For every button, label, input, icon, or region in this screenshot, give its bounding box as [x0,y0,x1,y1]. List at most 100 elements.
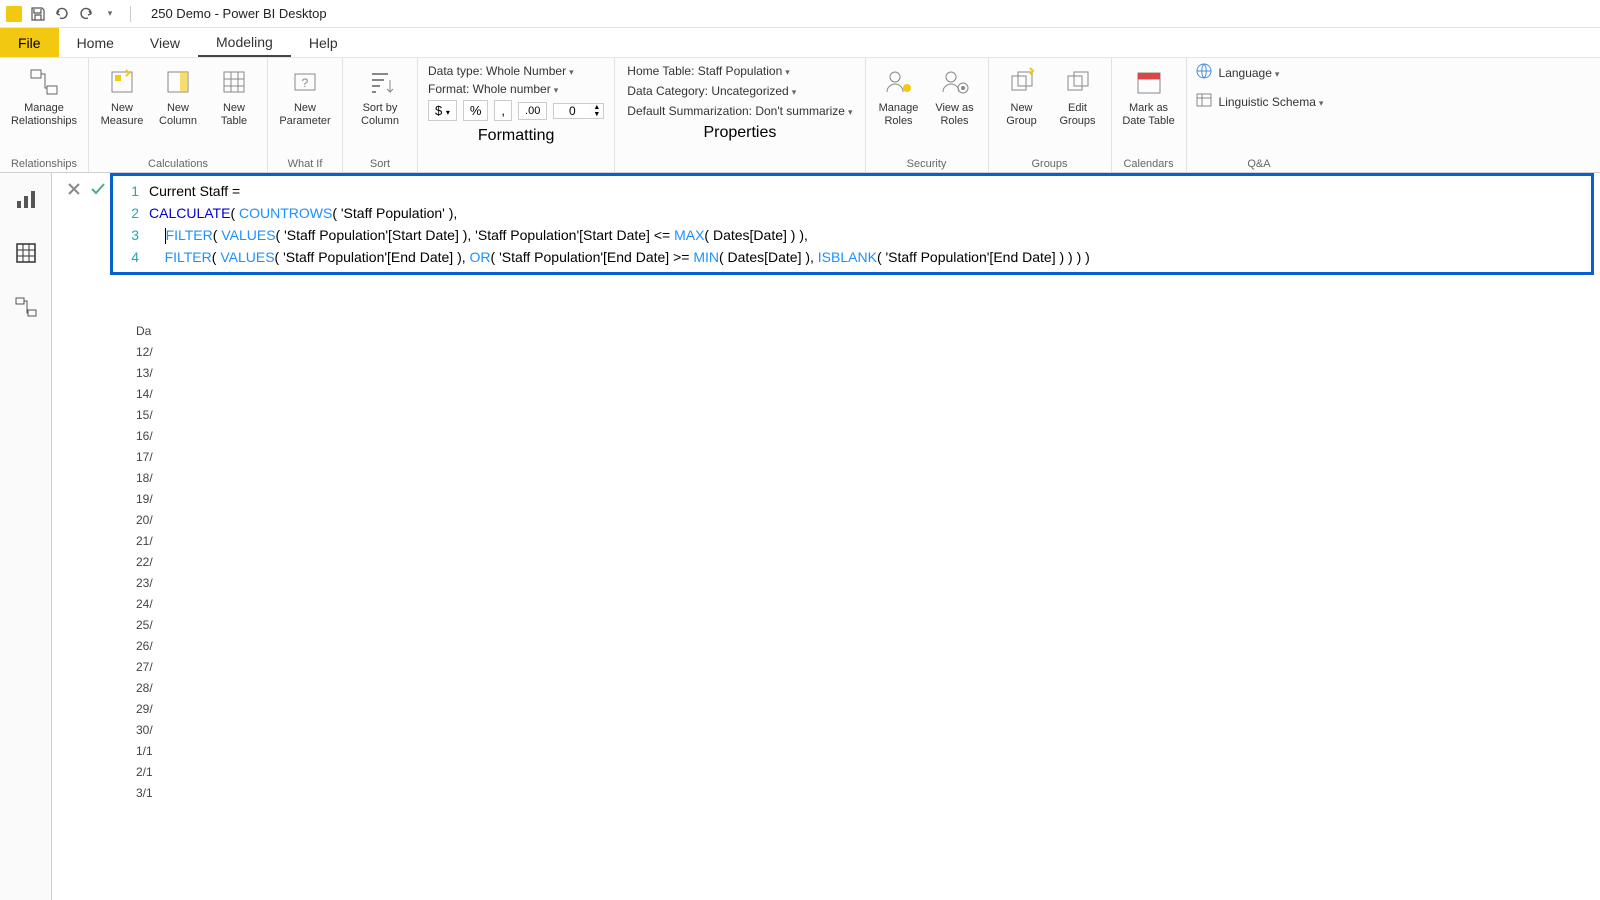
group-groups: New Group Edit Groups Groups [989,58,1112,172]
svg-text:?: ? [302,76,309,90]
grid-header-2: Da [132,323,182,344]
percent-button[interactable]: % [463,100,489,121]
measure-icon [104,64,140,100]
summarization-dropdown[interactable]: Default Summarization: Don't summarize [627,104,852,118]
model-view-tab[interactable] [10,291,42,323]
new-group-button[interactable]: New Group [997,62,1047,129]
group-groups-label: Groups [1031,158,1067,170]
formula-editor[interactable]: 1Current Staff = 2CALCULATE( COUNTROWS( … [110,173,1594,275]
grid-row: 16/ [132,428,182,449]
language-icon [1195,62,1213,83]
grid-row: 15/ [132,407,182,428]
grid-row: 14/ [132,386,182,407]
manage-roles-icon [881,64,917,100]
tab-help[interactable]: Help [291,28,356,57]
window-title: 250 Demo - Power BI Desktop [151,6,327,21]
group-sort-label: Sort [370,158,390,170]
grid-row: 1/1 [132,743,182,764]
format-controls: $ ▾ % , .00 ▲▼ [428,100,604,121]
decimal-button[interactable]: .00 [518,102,547,120]
relationships-icon [26,64,62,100]
grid-row: 13/ [132,365,182,386]
datatype-dropdown[interactable]: Data type: Whole Number [428,64,574,78]
group-sort: Sort by Column Sort [343,58,418,172]
group-relationships: Manage Relationships Relationships [0,58,89,172]
formula-line-1: Current Staff = [149,180,240,202]
manage-relationships-label: Manage Relationships [11,102,77,127]
formula-line-3: FILTER( VALUES( 'Staff Population'[Start… [149,224,808,246]
format-dropdown[interactable]: Format: Whole number [428,82,558,96]
grid-row: 2/1 [132,764,182,785]
parameter-icon: ? [287,64,323,100]
thousands-button[interactable]: , [494,100,512,121]
formula-line-2: CALCULATE( COUNTROWS( 'Staff Population'… [149,202,457,224]
group-whatif: ? New Parameter What If [268,58,343,172]
schema-icon [1195,91,1213,112]
grid-row: 19/ [132,491,182,512]
language-dropdown[interactable]: Language [1219,66,1280,80]
group-calendars: Mark as Date Table Calendars [1112,58,1187,172]
view-as-roles-button[interactable]: View as Roles [930,62,980,129]
new-column-button[interactable]: New Column [153,62,203,129]
grid-row: 18/ [132,470,182,491]
qat-separator [130,6,131,22]
redo-icon[interactable] [78,6,94,22]
tab-file[interactable]: File [0,28,59,57]
mark-date-table-button[interactable]: Mark as Date Table [1120,62,1178,129]
sort-by-column-button[interactable]: Sort by Column [351,62,409,129]
qat-dropdown-icon[interactable]: ▾ [102,6,118,22]
grid-row: 17/ [132,449,182,470]
group-properties: Home Table: Staff Population Data Catego… [615,58,865,172]
new-group-icon [1004,64,1040,100]
data-category-dropdown[interactable]: Data Category: Uncategorized [627,84,796,98]
group-calculations: New Measure New Column New Table Calcula… [89,58,268,172]
formula-cancel-button[interactable] [62,177,86,201]
data-grid-rows: Da 12/ 13/ 14/ 15/ 16/ 17/ 18/ 19/ 20/ 2… [132,323,182,806]
grid-row: 20/ [132,512,182,533]
content-area: Date 1/0 1Current Staff = 2CALCULATE( CO… [0,173,1600,900]
linguistic-schema-dropdown[interactable]: Linguistic Schema [1219,95,1324,109]
formula-confirm-button[interactable] [86,177,110,201]
group-calculations-label: Calculations [148,158,208,170]
group-calendars-label: Calendars [1123,158,1173,170]
manage-roles-button[interactable]: Manage Roles [874,62,924,129]
grid-row: 30/ [132,722,182,743]
grid-row: 3/1 [132,785,182,806]
tab-view[interactable]: View [132,28,198,57]
group-formatting-label: Formatting [428,127,604,145]
sort-icon [362,64,398,100]
home-table-dropdown[interactable]: Home Table: Staff Population [627,64,790,78]
tab-home[interactable]: Home [59,28,132,57]
menu-tabs: File Home View Modeling Help [0,28,1600,58]
formula-line-4: FILTER( VALUES( 'Staff Population'[End D… [149,246,1090,268]
group-whatif-label: What If [288,158,323,170]
table-icon [216,64,252,100]
group-security: Manage Roles View as Roles Security [866,58,989,172]
decimals-input[interactable] [554,104,590,118]
calendar-icon [1131,64,1167,100]
decimals-spinner[interactable]: ▲▼ [553,103,604,119]
grid-row: 26/ [132,638,182,659]
save-icon[interactable] [30,6,46,22]
grid-row: 28/ [132,680,182,701]
undo-icon[interactable] [54,6,70,22]
grid-row: 24/ [132,596,182,617]
manage-relationships-button[interactable]: Manage Relationships [8,62,80,129]
group-qa: Language Linguistic Schema Q&A [1187,58,1332,172]
currency-button[interactable]: $ ▾ [428,100,457,121]
quick-access-toolbar: ▾ [6,6,135,22]
new-parameter-button[interactable]: ? New Parameter [276,62,334,129]
ribbon: Manage Relationships Relationships New M… [0,58,1600,173]
app-icon [6,6,22,22]
report-view-tab[interactable] [10,183,42,215]
new-table-button[interactable]: New Table [209,62,259,129]
formula-bar-wrap: 1Current Staff = 2CALCULATE( COUNTROWS( … [62,173,1594,275]
group-relationships-label: Relationships [11,158,77,170]
titlebar: ▾ 250 Demo - Power BI Desktop [0,0,1600,28]
view-roles-icon [937,64,973,100]
edit-groups-button[interactable]: Edit Groups [1053,62,1103,129]
view-switcher [0,173,52,900]
tab-modeling[interactable]: Modeling [198,28,291,57]
data-view-tab[interactable] [10,237,42,269]
new-measure-button[interactable]: New Measure [97,62,147,129]
